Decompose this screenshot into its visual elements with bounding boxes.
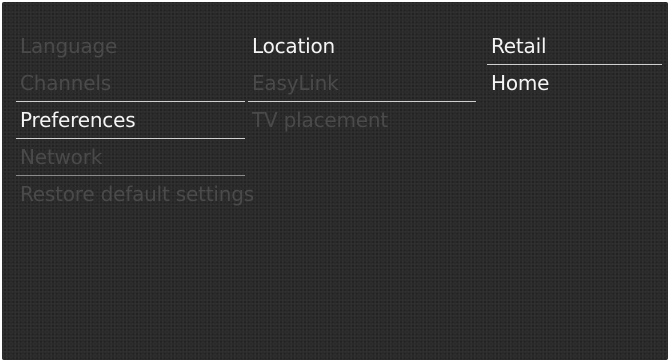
menu-item-network[interactable]: Network <box>16 139 245 176</box>
location-options-column: Retail Home <box>487 28 662 102</box>
option-retail[interactable]: Retail <box>487 28 662 65</box>
submenu-item-tv-placement[interactable]: TV placement <box>248 102 476 139</box>
menu-item-preferences[interactable]: Preferences <box>16 102 245 139</box>
main-menu-column: Language Channels Preferences Network Re… <box>16 28 254 213</box>
menu-item-channels[interactable]: Channels <box>16 65 245 102</box>
tv-settings-screen: Language Channels Preferences Network Re… <box>2 2 668 360</box>
option-home[interactable]: Home <box>487 65 662 102</box>
menu-item-language[interactable]: Language <box>16 28 245 65</box>
menu-item-restore-default-settings[interactable]: Restore default settings <box>16 176 254 213</box>
submenu-item-easylink[interactable]: EasyLink <box>248 65 476 102</box>
preferences-submenu-column: Location EasyLink TV placement <box>248 28 476 139</box>
submenu-item-location[interactable]: Location <box>248 28 476 65</box>
